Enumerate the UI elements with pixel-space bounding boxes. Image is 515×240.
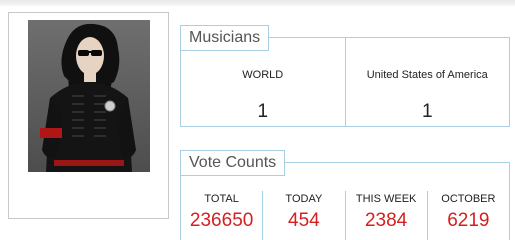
musicians-panel: Musicians WORLD 1 United States of Ameri… [180, 25, 510, 127]
votes-today-label: TODAY [285, 193, 323, 205]
votes-total-value: 236650 [189, 210, 254, 231]
top-bar [0, 0, 515, 6]
musicians-world-value: 1 [257, 101, 269, 122]
musicians-world: WORLD 1 [181, 38, 345, 126]
votes-month-label: OCTOBER [441, 193, 496, 205]
votes-today-value: 454 [288, 210, 320, 231]
musicians-country-label: United States of America [366, 69, 488, 81]
vote-counts-panel: Vote Counts TOTAL 236650 TODAY 454 THIS … [180, 150, 510, 240]
artist-photo-frame [8, 12, 169, 219]
artist-photo[interactable] [28, 20, 150, 172]
votes-this-week-value: 2384 [364, 210, 408, 231]
votes-month: OCTOBER 6219 [426, 191, 509, 240]
votes-month-value: 6219 [447, 210, 490, 231]
vote-counts-columns: TOTAL 236650 TODAY 454 THIS WEEK 2384 OC… [181, 163, 509, 240]
votes-this-week: THIS WEEK 2384 [344, 191, 427, 240]
musicians-columns: WORLD 1 United States of America 1 [181, 38, 509, 126]
musicians-country: United States of America 1 [344, 38, 510, 126]
musicians-world-label: WORLD [242, 69, 284, 81]
votes-total: TOTAL 236650 [181, 191, 262, 240]
votes-today: TODAY 454 [262, 191, 344, 240]
musicians-country-value: 1 [421, 101, 433, 122]
votes-this-week-label: THIS WEEK [355, 193, 417, 205]
votes-total-label: TOTAL [204, 193, 239, 205]
